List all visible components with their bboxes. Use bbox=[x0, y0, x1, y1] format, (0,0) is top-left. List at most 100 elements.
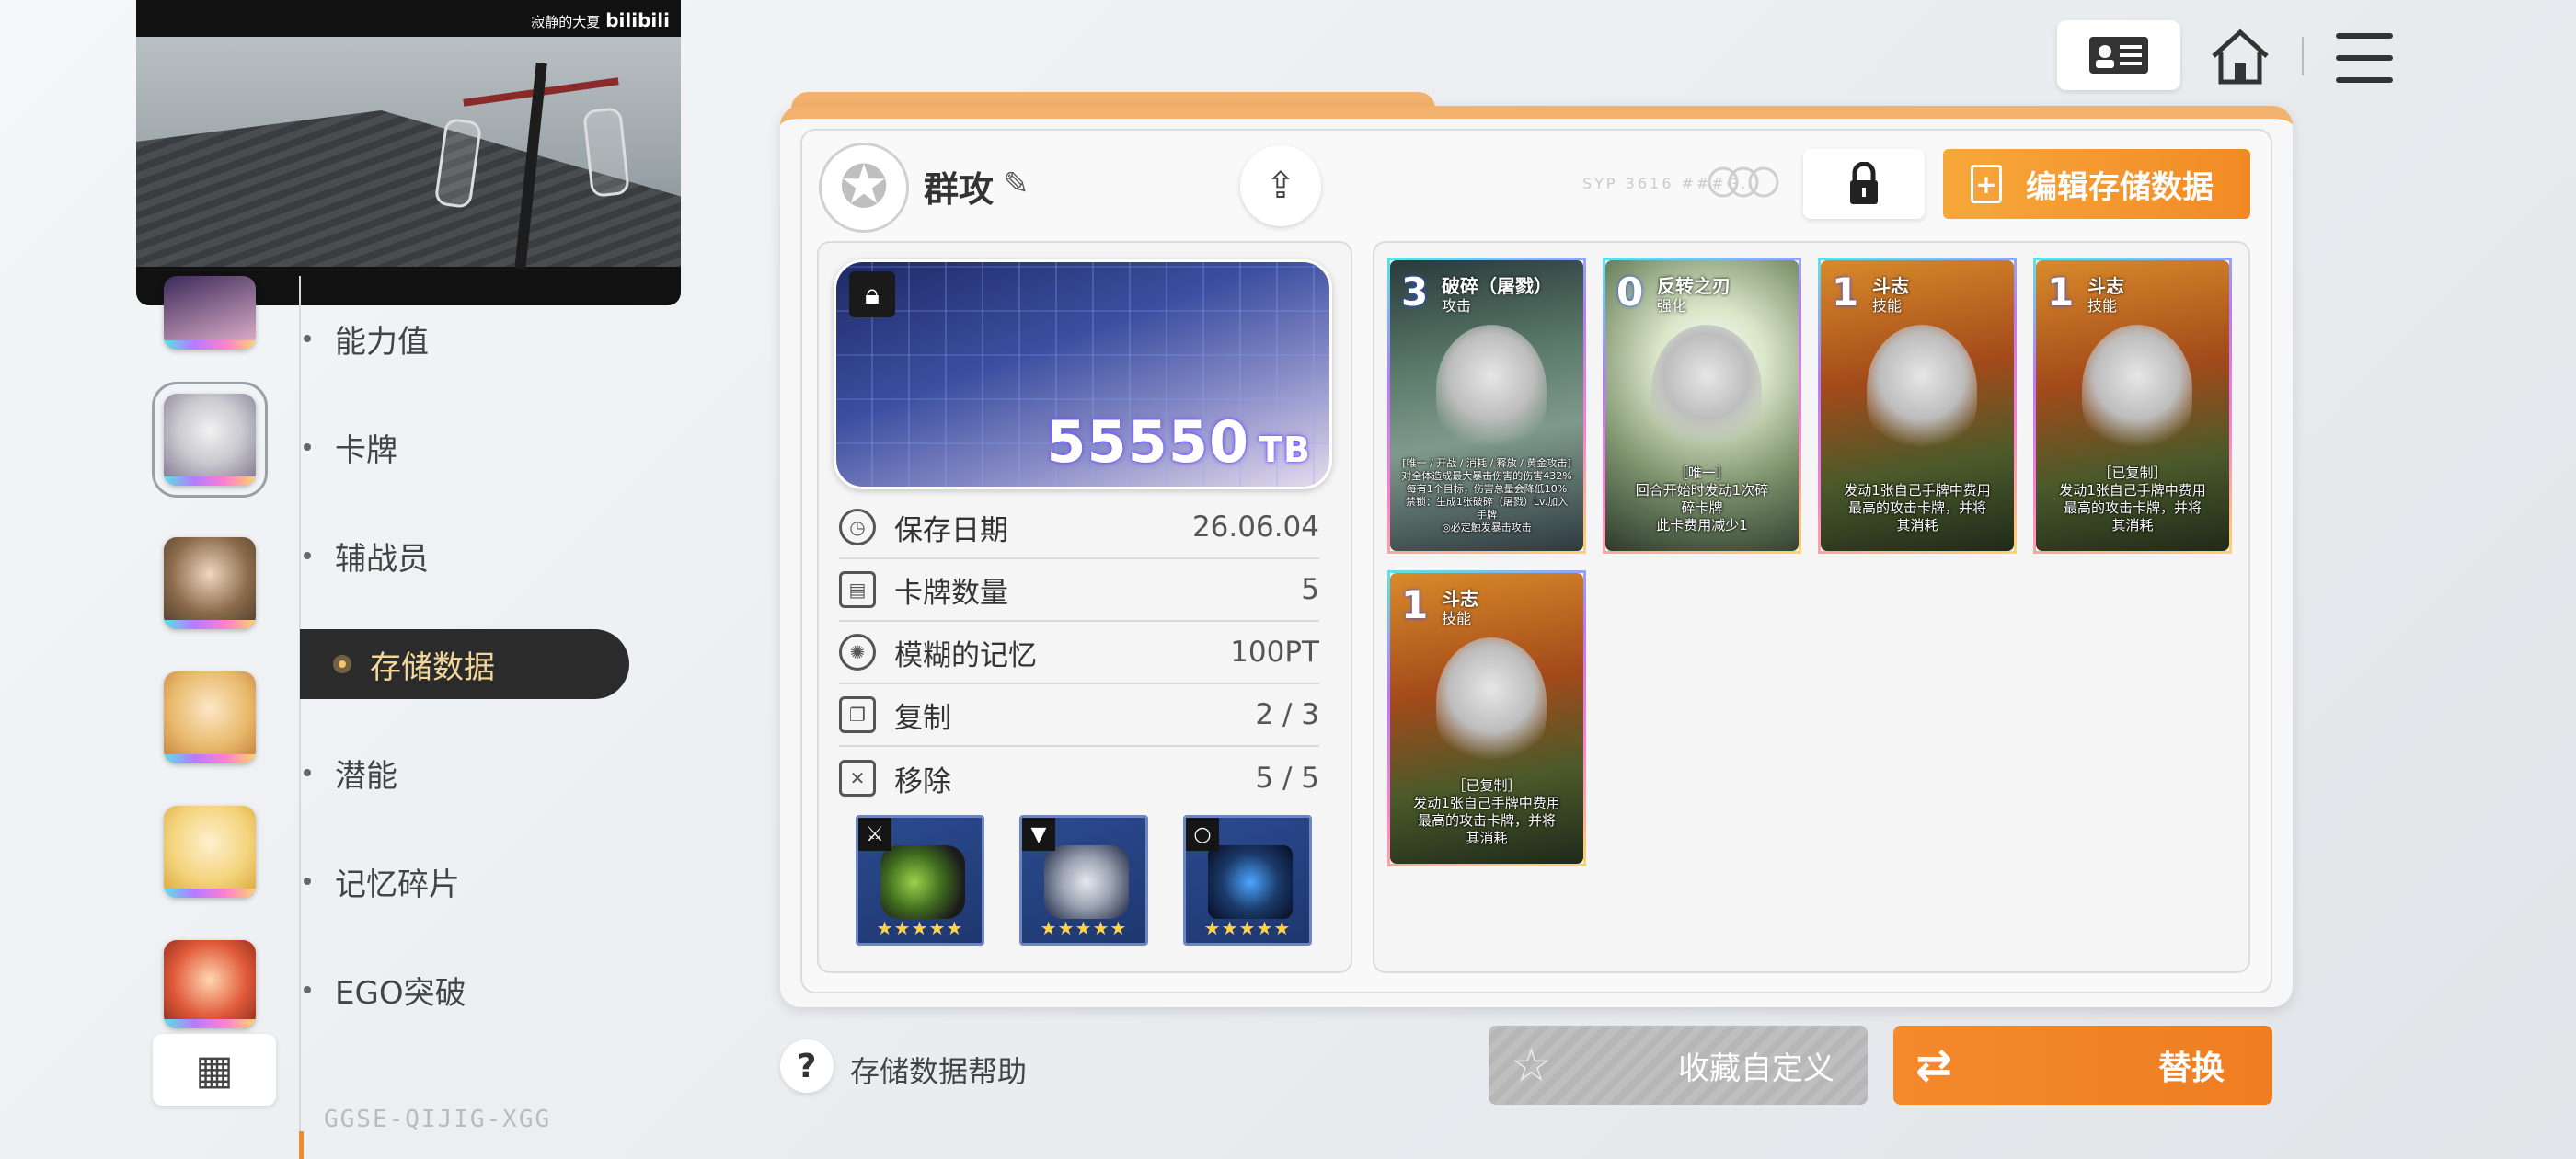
brain-icon: ✺ bbox=[839, 634, 876, 671]
deck-card[interactable]: 1 斗志 技能 ［已复制］ 发动1张自己手牌中费用 最高的攻击卡牌，并将 其消耗 bbox=[2033, 258, 2232, 554]
edit-name-icon[interactable]: ✎ bbox=[1003, 166, 1029, 202]
lock-icon bbox=[1850, 162, 1878, 204]
stat-label: 模糊的记忆 bbox=[894, 638, 1037, 672]
share-button[interactable]: ⇪ bbox=[1240, 145, 1321, 226]
character-avatar[interactable] bbox=[164, 940, 256, 1028]
video-overlay[interactable]: 寂静的大夏 bilibili bbox=[136, 0, 681, 305]
topbar-divider bbox=[2302, 37, 2304, 75]
ring-icon: ○ bbox=[1186, 818, 1219, 851]
card-type: 攻击 bbox=[1442, 297, 1472, 315]
deck-name: 群攻 bbox=[924, 169, 995, 210]
stat-value: 5 bbox=[1301, 573, 1319, 606]
sidebar-item-stats[interactable]: 能力值 bbox=[304, 304, 429, 373]
replace-button[interactable]: ⇄ 替换 bbox=[1893, 1026, 2272, 1105]
lock-button[interactable] bbox=[1803, 149, 1925, 219]
card-character-art bbox=[2082, 325, 2192, 453]
sidebar-item-ego-breakthrough[interactable]: EGO突破 bbox=[304, 955, 466, 1025]
sword-icon: ⚔︎ bbox=[858, 818, 891, 851]
favorite-custom-button[interactable]: ☆ 收藏自定义 bbox=[1489, 1026, 1868, 1105]
grid-icon: ▦ bbox=[195, 1046, 234, 1094]
sidebar-item-save-data[interactable]: 存储数据 bbox=[300, 629, 629, 699]
character-avatar[interactable] bbox=[164, 671, 256, 763]
card-cost: 3 bbox=[1401, 270, 1429, 315]
bullet-dot bbox=[304, 335, 311, 342]
edit-save-data-button[interactable]: + 编辑存储数据 bbox=[1943, 149, 2250, 219]
bullet-dot bbox=[304, 552, 311, 559]
card-value: 55550 TB bbox=[1046, 408, 1311, 476]
equipment-stars: ★★★★★ bbox=[1040, 917, 1128, 939]
stat-value: 2 / 3 bbox=[1255, 698, 1319, 731]
video-credit: 寂静的大夏 bilibili bbox=[531, 9, 670, 31]
equipment-slot-weapon[interactable]: ⚔︎ ★★★★★ bbox=[856, 815, 984, 946]
clock-icon: ◷ bbox=[839, 509, 876, 545]
stat-row-save-date: ◷ 保存日期 26.06.04 bbox=[839, 497, 1319, 559]
rings-decoration-icon bbox=[1708, 166, 1779, 198]
save-data-card-art: 🔒︎ 55550 TB bbox=[834, 259, 1332, 489]
character-avatar[interactable] bbox=[164, 806, 256, 898]
replace-label: 替换 bbox=[2157, 1050, 2225, 1087]
sidebar-item-label: 记忆碎片 bbox=[335, 866, 460, 903]
weapon-icon bbox=[880, 845, 965, 919]
menu-line bbox=[2336, 33, 2393, 39]
swap-arrows-icon: ⇄ bbox=[1915, 1039, 1953, 1091]
profile-card-button[interactable] bbox=[2057, 20, 2180, 90]
deck-card[interactable]: 1 斗志 技能 发动1张自己手牌中费用 最高的攻击卡牌，并将 其消耗 bbox=[1818, 258, 2017, 554]
hamburger-menu-button[interactable] bbox=[2332, 26, 2397, 90]
character-avatar-selected[interactable] bbox=[152, 382, 268, 498]
stat-value: 26.06.04 bbox=[1191, 511, 1319, 544]
deck-card[interactable]: 3 破碎（屠戮） 攻击 [唯一 / 开战 / 消耗 / 释放 / 黄金攻击] 对… bbox=[1387, 258, 1586, 554]
stat-row-card-count: ▤ 卡牌数量 5 bbox=[839, 559, 1319, 622]
version-watermark: GGSE-QIJIG-XGG bbox=[324, 1106, 552, 1133]
remove-icon: ✕ bbox=[839, 760, 876, 797]
accessory-icon bbox=[1208, 845, 1293, 919]
bullet-dot bbox=[304, 986, 311, 993]
stat-label: 保存日期 bbox=[894, 513, 1008, 547]
sidebar-item-cards[interactable]: 卡牌 bbox=[304, 412, 397, 482]
character-avatar[interactable] bbox=[164, 276, 256, 350]
deck-card[interactable]: 1 斗志 技能 ［已复制］ 发动1张自己手牌中费用 最高的攻击卡牌，并将 其消耗 bbox=[1387, 570, 1586, 866]
card-lock-icon: 🔒︎ bbox=[849, 271, 895, 317]
grid-view-button[interactable]: ▦ bbox=[153, 1034, 276, 1106]
card-character-art bbox=[1436, 325, 1547, 453]
sidebar-item-potential[interactable]: 潜能 bbox=[304, 738, 397, 808]
sidebar-item-label: 辅战员 bbox=[335, 540, 429, 578]
sidebar-item-label: EGO突破 bbox=[335, 974, 466, 1012]
stat-value: 5 / 5 bbox=[1255, 762, 1319, 795]
card-cost: 1 bbox=[1401, 582, 1429, 627]
card-cost: 1 bbox=[1832, 270, 1859, 315]
equipment-stars: ★★★★★ bbox=[1203, 917, 1292, 939]
card-character-art bbox=[1436, 637, 1547, 766]
home-button[interactable] bbox=[2203, 20, 2277, 94]
equipment-slot-accessory[interactable]: ○ ★★★★★ bbox=[1183, 815, 1312, 946]
plus-icon: + bbox=[1971, 165, 2002, 203]
shirt-icon: ▼ bbox=[1022, 818, 1055, 851]
card-description: 发动1张自己手牌中费用 最高的攻击卡牌，并将 其消耗 bbox=[1844, 482, 1991, 534]
stat-row-vague-memory: ✺ 模糊的记忆 100PT bbox=[839, 622, 1319, 684]
help-link[interactable]: 存储数据帮助 bbox=[850, 1049, 1027, 1091]
menu-line bbox=[2336, 55, 2393, 61]
bullet-dot bbox=[304, 878, 311, 885]
equipment-slot-armor[interactable]: ▼ ★★★★★ bbox=[1019, 815, 1148, 946]
bullet-dot bbox=[304, 443, 311, 451]
stat-value: 100PT bbox=[1230, 636, 1319, 669]
card-cost: 0 bbox=[1616, 270, 1644, 315]
stat-label: 移除 bbox=[894, 764, 951, 798]
card-icon: ▤ bbox=[839, 571, 876, 608]
card-description: ［已复制］ 发动1张自己手牌中费用 最高的攻击卡牌，并将 其消耗 bbox=[2059, 465, 2206, 534]
card-type: 技能 bbox=[1872, 297, 1903, 315]
card-character-art bbox=[1867, 325, 1977, 453]
edit-save-data-label: 编辑存储数据 bbox=[2026, 168, 2214, 206]
stat-row-copy: ❐ 复制 2 / 3 bbox=[839, 684, 1319, 747]
help-icon[interactable]: ? bbox=[780, 1039, 834, 1093]
favorite-custom-label: 收藏自定义 bbox=[1678, 1050, 1834, 1087]
sidebar-item-support[interactable]: 辅战员 bbox=[304, 521, 429, 591]
deck-card[interactable]: 0 反转之刃 强化 ［唯一］ 回合开始时发动1次碎 碎卡牌 此卡费用减少1 bbox=[1603, 258, 1801, 554]
sidebar-divider bbox=[299, 276, 301, 1159]
card-type: 技能 bbox=[2087, 297, 2118, 315]
sidebar-item-memory-fragments[interactable]: 记忆碎片 bbox=[304, 846, 460, 916]
sidebar-accent bbox=[299, 1131, 304, 1159]
character-avatar[interactable] bbox=[164, 537, 256, 629]
deck-emblem-icon: ✪ bbox=[819, 143, 909, 233]
card-description: ［唯一］ 回合开始时发动1次碎 碎卡牌 此卡费用减少1 bbox=[1635, 465, 1769, 534]
equipment-stars: ★★★★★ bbox=[876, 917, 964, 939]
